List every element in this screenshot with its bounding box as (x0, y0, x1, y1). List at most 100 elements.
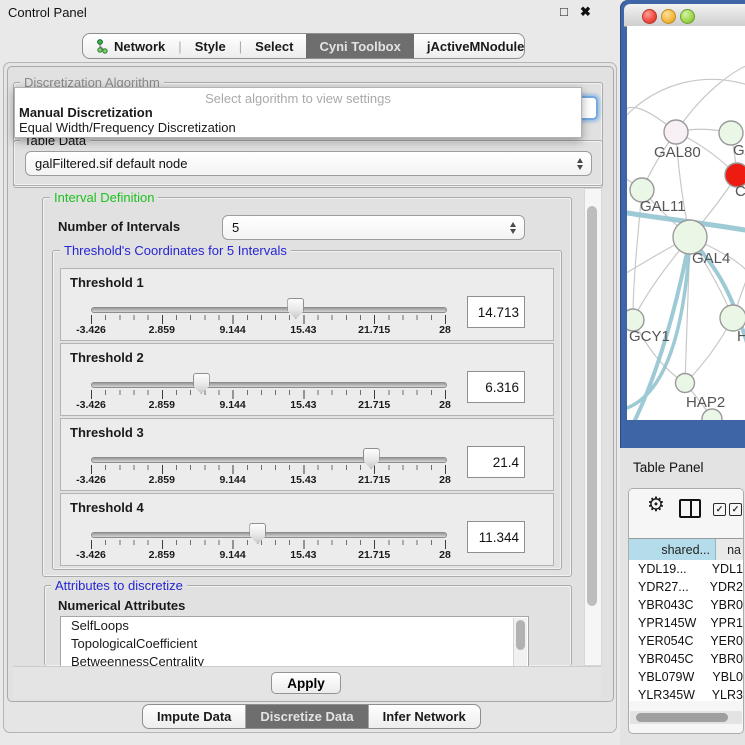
control-panel-title: Control Panel (8, 5, 87, 20)
screen: Control Panel □ ✖ Network | Style | Sele… (0, 0, 745, 745)
close-window-icon[interactable]: ✖ (580, 4, 591, 20)
close-button[interactable] (642, 9, 657, 24)
apply-button[interactable]: Apply (271, 672, 341, 694)
table-header-row: shared... na (629, 538, 743, 561)
slider-track[interactable] (91, 307, 447, 313)
tick-label: -3.426 (59, 324, 123, 336)
number-of-intervals-value: 5 (232, 220, 239, 235)
combobox-stepper-icon (510, 222, 516, 234)
tick-label: 2.859 (130, 549, 194, 561)
minimize-button[interactable] (661, 9, 676, 24)
node-gal4[interactable] (673, 220, 707, 254)
tick-label: 9.144 (201, 324, 265, 336)
threshold-1-value-field[interactable] (467, 296, 525, 328)
threshold-3-value-field[interactable] (467, 446, 525, 478)
node-hap2[interactable] (676, 374, 695, 393)
number-of-intervals-label: Number of Intervals (58, 219, 180, 234)
column-layout-icon[interactable] (679, 499, 701, 518)
tick-label: 21.715 (342, 549, 406, 561)
panel-scrollbar-thumb[interactable] (587, 206, 597, 606)
tick-label: 15.43 (271, 549, 335, 561)
node-label: GAL11 (640, 198, 686, 215)
number-of-intervals-combobox[interactable]: 5 (222, 215, 525, 240)
threshold-1-panel: Threshold 1 -3.426 2.859 9.144 15.43 21.… (60, 268, 554, 341)
zoom-button[interactable] (680, 9, 695, 24)
network-window-titlebar[interactable] (624, 4, 745, 27)
tick-label: 2.859 (130, 324, 194, 336)
table-data-combobox-value: galFiltered.sif default node (35, 156, 187, 171)
node-label: HAP2 (686, 394, 725, 411)
tab-infer-network[interactable]: Infer Network (368, 705, 480, 728)
column-header-name[interactable]: na (716, 539, 743, 560)
table-scrollbar-thumb[interactable] (636, 713, 728, 722)
column-header-shared-name[interactable]: shared... (629, 539, 716, 560)
numerical-attributes-label: Numerical Attributes (58, 598, 185, 613)
table-row[interactable]: YPR145WYPR1 (629, 614, 743, 632)
tab-discretize-data[interactable]: Discretize Data (245, 705, 367, 728)
tick-label: 15.43 (271, 324, 335, 336)
tab-jactivemnodules[interactable]: jActiveMNodules (414, 34, 525, 58)
slider-track[interactable] (91, 532, 447, 538)
tick-label: 2.859 (130, 474, 194, 486)
threshold-4-panel: Threshold 4 -3.426 2.859 9.144 15.43 21.… (60, 493, 554, 566)
numerical-attributes-list[interactable]: SelfLoops TopologicalCoefficient Between… (60, 616, 529, 668)
table-row[interactable]: YLR345WYLR3 (629, 686, 743, 701)
node-table: ⚙ ✓ ✓ shared... na YDL19...YDL1 YDR27...… (628, 488, 744, 734)
table-row[interactable]: YDL19...YDL1 (629, 560, 743, 578)
tick-label: -3.426 (59, 474, 123, 486)
slider-track[interactable] (91, 382, 447, 388)
node-gal80[interactable] (664, 120, 688, 144)
table-panel: Table Panel ⚙ ✓ ✓ shared... na YDL19...Y… (620, 448, 745, 745)
list-item[interactable]: TopologicalCoefficient (61, 635, 528, 653)
tab-style[interactable]: Style (182, 34, 239, 58)
list-scrollbar[interactable] (513, 618, 527, 666)
algorithm-dropdown-popup: Select algorithm to view settings Manual… (14, 87, 582, 138)
threshold-4-slider[interactable]: -3.426 2.859 9.144 15.43 21.715 28 (91, 494, 446, 565)
threshold-3-slider[interactable]: -3.426 2.859 9.144 15.43 21.715 28 (91, 419, 446, 490)
tab-network[interactable]: Network (83, 34, 178, 58)
table-row[interactable]: YBR043CYBR0 (629, 596, 743, 614)
checkbox-icon[interactable]: ✓ (713, 503, 726, 516)
table-row[interactable]: YBL079WYBL0 (629, 668, 743, 686)
tick-label: 21.715 (342, 474, 406, 486)
checkbox-icon[interactable]: ✓ (729, 503, 742, 516)
panel-scrollbar[interactable] (584, 188, 602, 666)
tick-label: 9.144 (201, 549, 265, 561)
tab-network-label: Network (114, 39, 165, 54)
threshold-4-value-field[interactable] (467, 521, 525, 553)
threshold-2-value-field[interactable] (467, 371, 525, 403)
threshold-3-panel: Threshold 3 -3.426 2.859 9.144 15.43 21.… (60, 418, 554, 491)
network-icon (96, 39, 109, 54)
interval-definition-group-title: Interval Definition (50, 191, 158, 204)
table-row[interactable]: YBR045CYBR0 (629, 650, 743, 668)
threshold-1-slider[interactable]: -3.426 2.859 9.144 15.43 21.715 28 (91, 269, 446, 340)
threshold-2-slider[interactable]: -3.426 2.859 9.144 15.43 21.715 28 (91, 344, 446, 415)
list-item[interactable]: SelfLoops (61, 617, 528, 635)
combobox-stepper-icon (577, 158, 583, 170)
network-canvas[interactable]: GAL80 GA C GAL11 GAL4 GCY1 H HAP2 (627, 26, 745, 420)
tick-label: 21.715 (342, 324, 406, 336)
algorithm-option-equal-width[interactable]: Equal Width/Frequency Discretization (19, 120, 236, 135)
table-horizontal-scrollbar[interactable] (630, 711, 742, 724)
tick-label: 15.43 (271, 399, 335, 411)
node-label: GAL80 (654, 144, 701, 161)
tab-select[interactable]: Select (242, 34, 306, 58)
tick-label: 9.144 (201, 474, 265, 486)
tick-label: 15.43 (271, 474, 335, 486)
float-window-icon[interactable]: □ (560, 4, 568, 19)
table-data-combobox[interactable]: galFiltered.sif default node (25, 151, 592, 176)
tick-label: 21.715 (342, 399, 406, 411)
algorithm-popup-prompt[interactable]: Select algorithm to view settings (15, 91, 581, 106)
slider-track[interactable] (91, 457, 447, 463)
thresholds-group-title: Threshold's Coordinates for 5 Intervals (60, 244, 291, 257)
tab-cyni-toolbox[interactable]: Cyni Toolbox (306, 34, 413, 58)
node-label: GA (733, 142, 745, 159)
cyni-bottom-tabbar: Impute Data Discretize Data Infer Networ… (142, 704, 481, 729)
table-row[interactable]: YER054CYER0 (629, 632, 743, 650)
table-row[interactable]: YDR27...YDR2 (629, 578, 743, 596)
tab-impute-data[interactable]: Impute Data (143, 705, 245, 728)
settings-gear-icon[interactable]: ⚙ (647, 495, 665, 515)
node-label: GAL4 (692, 250, 730, 267)
table-toolbar: ⚙ ✓ ✓ (629, 489, 743, 533)
algorithm-option-manual[interactable]: Manual Discretization (19, 105, 153, 120)
